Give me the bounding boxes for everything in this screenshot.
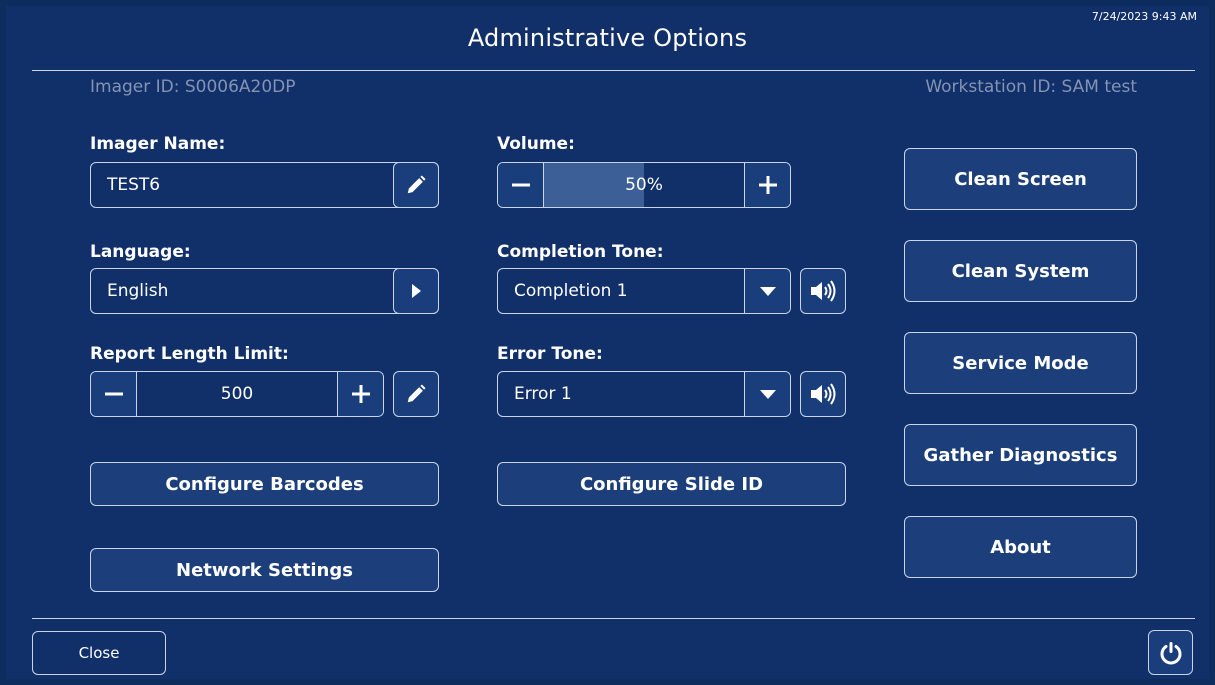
workstation-id: Workstation ID: SAM test [925, 77, 1137, 97]
footer-divider [32, 618, 1195, 619]
configure-barcodes-button[interactable]: Configure Barcodes [90, 462, 439, 506]
language-value: English [107, 281, 169, 301]
volume-increase-button[interactable] [744, 163, 790, 207]
chevron-down-icon [759, 388, 777, 400]
completion-tone-label: Completion Tone: [497, 242, 664, 262]
report-length-increase-button[interactable] [337, 372, 383, 416]
report-length-label: Report Length Limit: [90, 344, 289, 364]
speaker-icon [809, 279, 837, 303]
completion-tone-select[interactable]: Completion 1 [497, 268, 791, 314]
clean-screen-button[interactable]: Clean Screen [904, 148, 1137, 210]
error-tone-select[interactable]: Error 1 [497, 371, 791, 417]
plus-icon [758, 175, 778, 195]
imager-name-field[interactable]: TEST6 [90, 162, 439, 208]
speaker-icon [809, 382, 837, 406]
minus-icon [511, 175, 531, 195]
language-select-button[interactable] [393, 268, 439, 314]
header-divider [32, 70, 1195, 71]
language-field[interactable]: English [90, 268, 439, 314]
report-length-value: 500 [220, 384, 254, 404]
page-title: Administrative Options [467, 24, 748, 52]
pencil-icon [405, 383, 427, 405]
error-tone-label: Error Tone: [497, 344, 603, 364]
report-length-stepper: 500 [90, 371, 384, 417]
language-label: Language: [90, 242, 191, 262]
imager-name-label: Imager Name: [90, 134, 226, 154]
volume-value: 50% [625, 175, 663, 195]
completion-tone-play-button[interactable] [800, 268, 846, 314]
completion-tone-dropdown-button[interactable] [744, 269, 790, 313]
edit-report-length-button[interactable] [393, 371, 439, 417]
close-button[interactable]: Close [32, 631, 166, 675]
volume-decrease-button[interactable] [498, 163, 544, 207]
pencil-icon [405, 174, 427, 196]
play-right-icon [409, 283, 423, 299]
power-icon [1158, 640, 1184, 666]
error-tone-play-button[interactable] [800, 371, 846, 417]
edit-imager-name-button[interactable] [393, 162, 439, 208]
service-mode-button[interactable]: Service Mode [904, 332, 1137, 394]
volume-label: Volume: [497, 134, 575, 154]
imager-id: Imager ID: S0006A20DP [90, 77, 296, 97]
completion-tone-value: Completion 1 [514, 281, 628, 301]
error-tone-value: Error 1 [514, 384, 572, 404]
power-button[interactable] [1148, 630, 1193, 675]
report-length-decrease-button[interactable] [91, 372, 137, 416]
gather-diagnostics-button[interactable]: Gather Diagnostics [904, 424, 1137, 486]
volume-stepper: 50% [497, 162, 791, 208]
configure-slide-id-button[interactable]: Configure Slide ID [497, 462, 846, 506]
chevron-down-icon [759, 285, 777, 297]
plus-icon [351, 384, 371, 404]
admin-options-screen: Administrative Options 7/24/2023 9:43 AM… [6, 6, 1209, 679]
clean-system-button[interactable]: Clean System [904, 240, 1137, 302]
datetime: 7/24/2023 9:43 AM [1091, 10, 1197, 23]
about-button[interactable]: About [904, 516, 1137, 578]
minus-icon [104, 384, 124, 404]
imager-name-value: TEST6 [107, 175, 161, 195]
network-settings-button[interactable]: Network Settings [90, 548, 439, 592]
error-tone-dropdown-button[interactable] [744, 372, 790, 416]
